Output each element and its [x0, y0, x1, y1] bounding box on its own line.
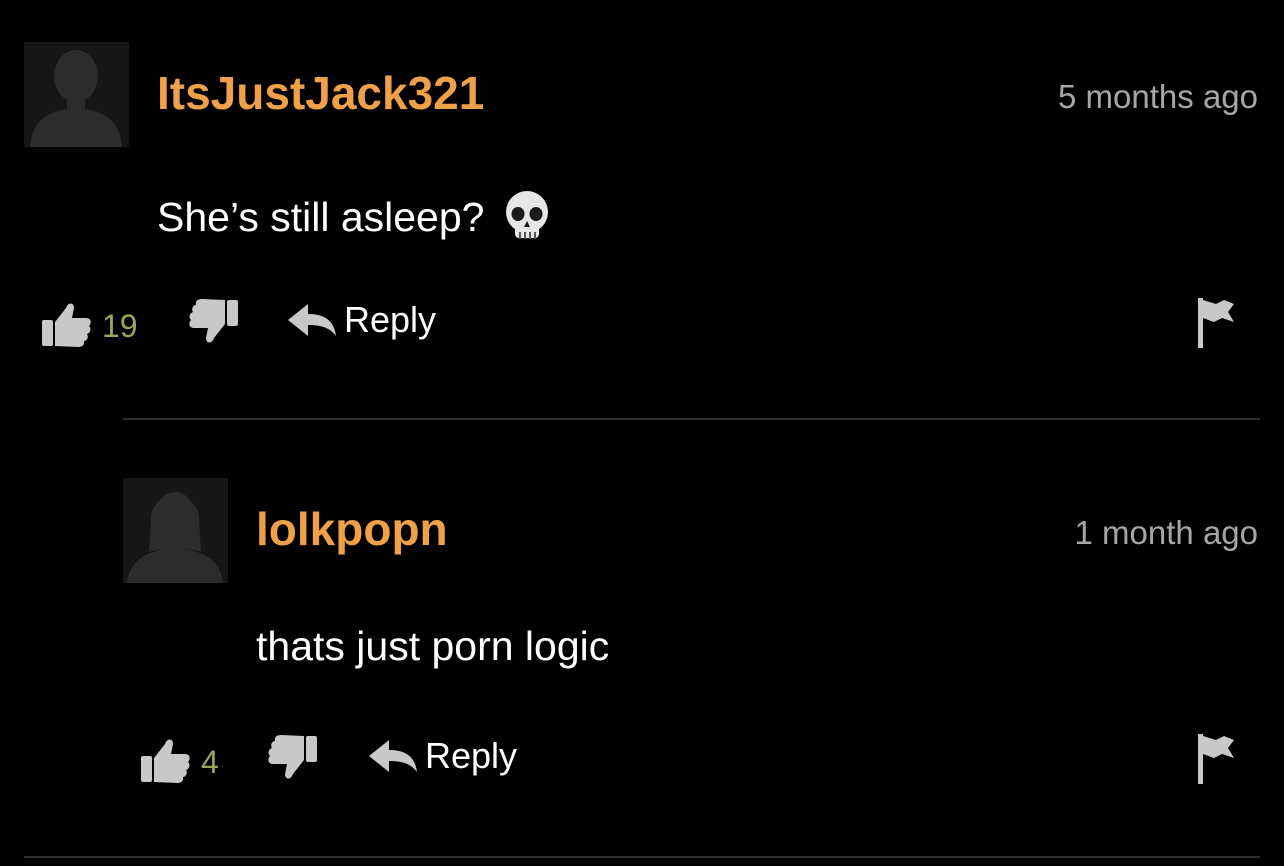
- comment-text: thats just porn logic: [256, 626, 609, 667]
- reply-arrow-icon: [369, 740, 417, 772]
- flag-icon[interactable]: [1196, 732, 1238, 786]
- thumbs-up-icon[interactable]: [42, 298, 92, 348]
- comment-actions: 19 Reply: [42, 298, 1258, 354]
- reply-arrow-icon: [288, 304, 336, 336]
- thumbs-down-icon[interactable]: [188, 298, 238, 348]
- default-female-avatar-icon: [123, 478, 228, 583]
- comment-divider: [123, 418, 1260, 420]
- skull-emoji: [506, 191, 549, 239]
- username[interactable]: lolkpopn: [256, 506, 448, 552]
- avatar[interactable]: [123, 478, 228, 583]
- timestamp: 1 month ago: [1074, 514, 1258, 551]
- reply-label: Reply: [344, 299, 437, 340]
- like-count: 4: [201, 744, 219, 780]
- comment-actions: 4 Reply: [141, 734, 1258, 790]
- comment-text-content: She’s still asleep?: [157, 193, 485, 240]
- avatar[interactable]: [24, 42, 129, 147]
- timestamp: 5 months ago: [1058, 78, 1258, 115]
- username[interactable]: ItsJustJack321: [157, 70, 484, 116]
- comment-divider: [24, 856, 1260, 858]
- reply-button[interactable]: Reply: [367, 736, 517, 776]
- reply-button[interactable]: Reply: [286, 300, 436, 340]
- comment-text: She’s still asleep?: [157, 190, 550, 244]
- thumbs-down-icon[interactable]: [267, 734, 317, 784]
- comment-text-content: thats just porn logic: [256, 623, 610, 669]
- comment-reply: lolkpopn 1 month ago thats just porn log…: [123, 478, 1258, 818]
- flag-icon[interactable]: [1196, 296, 1238, 350]
- like-count: 19: [102, 308, 138, 344]
- default-male-avatar-icon: [24, 42, 129, 147]
- comment: ItsJustJack321 5 months ago She’s still …: [24, 42, 1258, 382]
- reply-label: Reply: [425, 735, 518, 776]
- thumbs-up-icon[interactable]: [141, 734, 191, 784]
